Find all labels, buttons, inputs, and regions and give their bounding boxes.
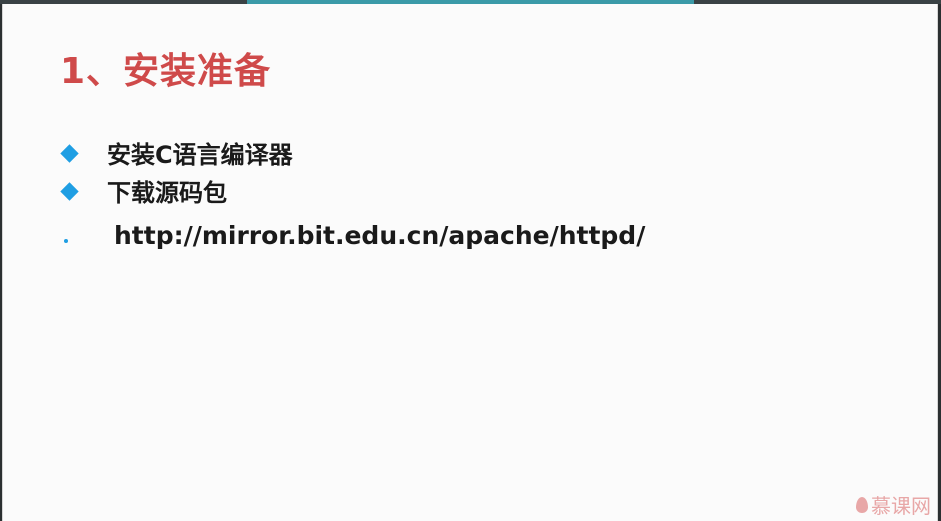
- diamond-bullet-icon: [60, 182, 79, 201]
- list-item-text: 下载源码包: [107, 179, 227, 207]
- list-item-text: 安装C语言编译器: [107, 141, 293, 169]
- dot-bullet-icon: [64, 239, 68, 243]
- slide-canvas: 1、安装准备 安装C语言编译器 下载源码包 http://mirror.bit.…: [2, 4, 938, 521]
- diamond-bullet-icon: [60, 144, 79, 163]
- flame-logo-icon: [856, 496, 868, 513]
- imooc-watermark: 慕课网: [856, 490, 931, 519]
- slide-title: 1、安装准备: [60, 51, 272, 92]
- watermark-text: 慕课网: [871, 494, 931, 518]
- download-url-text: http://mirror.bit.edu.cn/apache/httpd/: [114, 221, 646, 250]
